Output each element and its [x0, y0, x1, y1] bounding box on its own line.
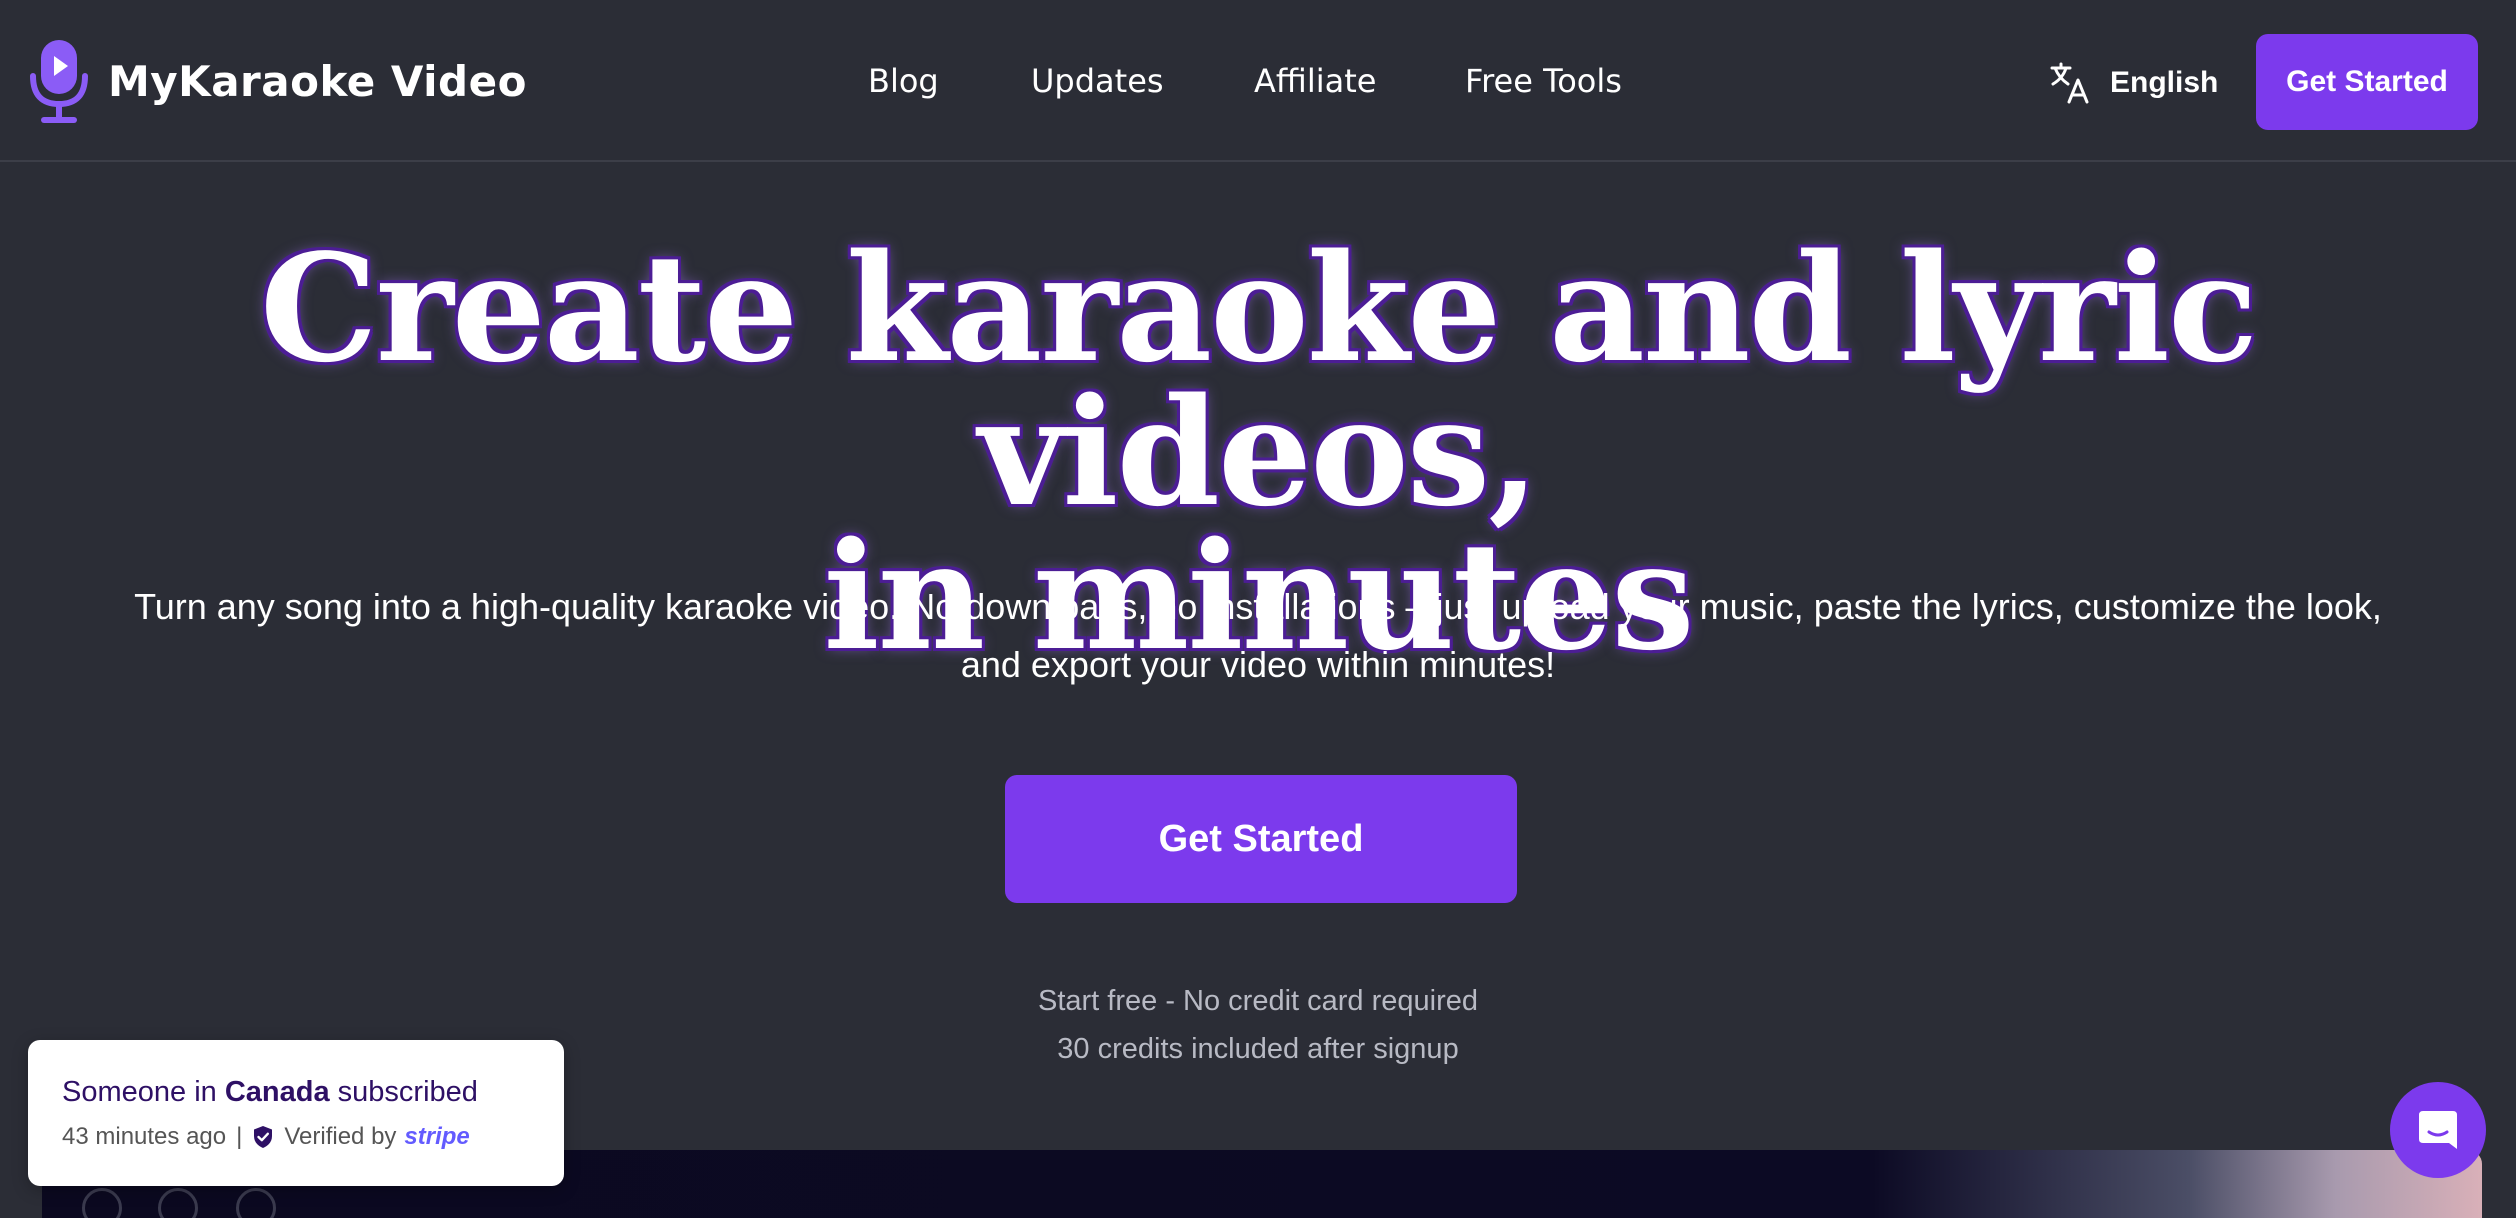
toast-prefix: Someone in [62, 1076, 225, 1108]
toast-time: 43 minutes ago [62, 1123, 227, 1150]
toast-separator: | [236, 1123, 243, 1150]
stripe-logo: stripe [404, 1123, 470, 1150]
language-label: English [2110, 66, 2219, 99]
translate-icon [2050, 62, 2089, 104]
nav-link-affiliate[interactable]: Affiliate [1254, 56, 1376, 106]
preview-control-dot [82, 1188, 122, 1218]
hero-subtitle-line-2: and export your video within minutes! [960, 644, 1556, 685]
toast-verified-label: Verified by [284, 1123, 397, 1150]
site-header: MyKaraoke Video Blog Updates Affiliate F… [0, 0, 2516, 162]
header-get-started-button[interactable]: Get Started [2256, 34, 2478, 130]
toast-message: Someone in Canada subscribed [62, 1076, 478, 1109]
chat-button[interactable] [2390, 1082, 2486, 1178]
chat-bubble-icon [2419, 1111, 2457, 1149]
page: MyKaraoke Video Blog Updates Affiliate F… [0, 0, 2516, 1218]
preview-control-dot [236, 1188, 276, 1218]
nav-link-free-tools[interactable]: Free Tools [1465, 56, 1622, 106]
preview-control-dot [158, 1188, 198, 1218]
toast-suffix: subscribed [329, 1076, 478, 1108]
hero-subtitle: Turn any song into a high-quality karaok… [40, 578, 2476, 694]
hero-subtitle-line-1: Turn any song into a high-quality karaok… [134, 586, 2382, 627]
toast-location: Canada [224, 1076, 330, 1108]
toast-meta: 43 minutes ago | Verified by stripe [62, 1122, 470, 1152]
language-selector[interactable]: English [2050, 58, 2218, 108]
subscription-toast[interactable]: Someone in Canada subscribed 43 minutes … [28, 1040, 564, 1186]
shield-check-icon [254, 1126, 273, 1148]
free-note: Start free - No credit card required [1037, 985, 1478, 1017]
nav-link-updates[interactable]: Updates [1031, 56, 1164, 106]
hero-get-started-button[interactable]: Get Started [1005, 775, 1517, 903]
nav-link-blog[interactable]: Blog [868, 56, 939, 106]
hero-title-line-1: Create karaoke and lyric videos, [259, 221, 2258, 539]
